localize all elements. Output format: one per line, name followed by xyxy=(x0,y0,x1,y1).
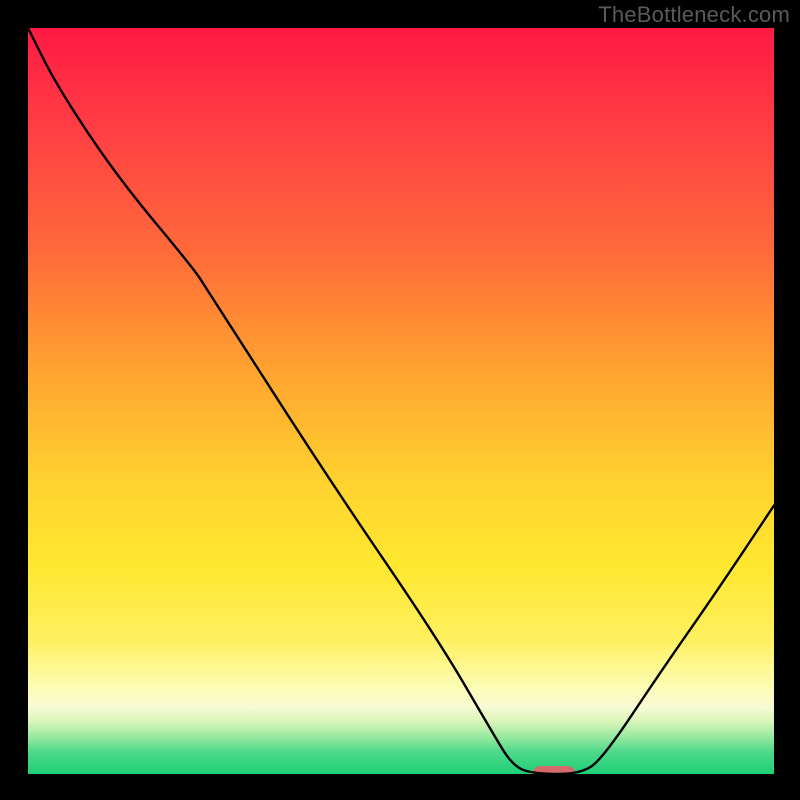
chart-frame: TheBottleneck.com xyxy=(0,0,800,800)
plot-area xyxy=(28,28,774,774)
bottleneck-curve xyxy=(28,28,774,774)
watermark-text: TheBottleneck.com xyxy=(598,2,790,28)
